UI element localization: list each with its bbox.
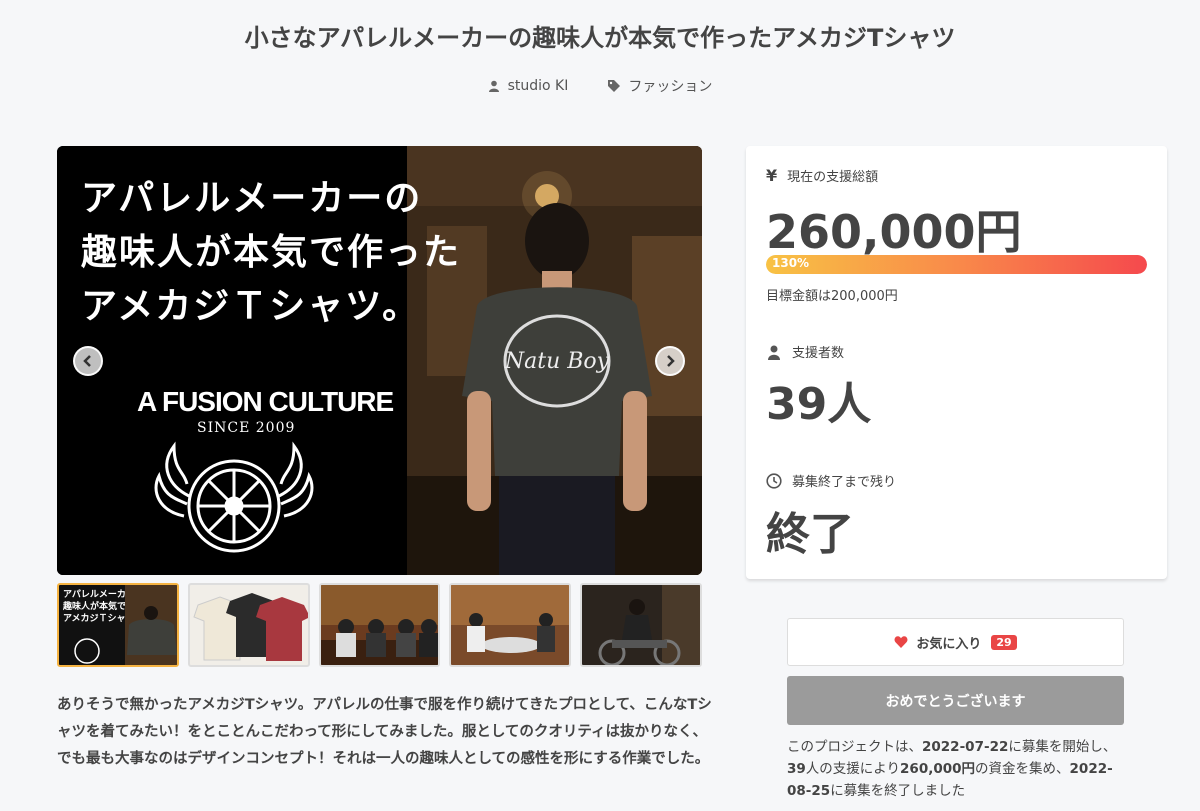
thumbnail-3-art bbox=[320, 585, 439, 665]
thumbnail-1-art bbox=[74, 585, 177, 665]
congratulations-button[interactable]: おめでとうございます bbox=[787, 676, 1124, 725]
user-icon bbox=[488, 80, 499, 92]
remaining-value: 終了 bbox=[766, 509, 854, 560]
thumbnail-4-art bbox=[451, 585, 570, 653]
tag-icon bbox=[608, 80, 621, 92]
author-link[interactable]: studio KI bbox=[488, 76, 569, 96]
category-link[interactable]: ファッション bbox=[608, 76, 712, 96]
favorite-count-badge: 29 bbox=[991, 634, 1017, 650]
project-summary: このプロジェクトは、2022-07-22に募集を開始し、 39人の支援により260… bbox=[787, 736, 1132, 802]
summary-amount: 260,000円 bbox=[900, 761, 976, 777]
summary-text-3: 人の支援により bbox=[805, 761, 901, 777]
favorite-button[interactable]: お気に入り 29 bbox=[787, 618, 1124, 666]
summary-backers: 39 bbox=[787, 761, 806, 777]
author-name: studio KI bbox=[507, 78, 569, 94]
model-wearing-tshirt: Natu Boy bbox=[462, 203, 652, 575]
page-title: 小さなアパレルメーカーの趣味人が本気で作ったアメカジTシャツ bbox=[244, 24, 956, 52]
prev-slide-button[interactable] bbox=[73, 346, 103, 376]
amount-value: 260,000円 bbox=[766, 205, 1022, 259]
flaming-wheel-logo bbox=[154, 441, 314, 553]
category-name: ファッション bbox=[628, 79, 713, 95]
shirt-print-text: Natu Boy bbox=[504, 349, 610, 374]
favorite-label: お気に入り bbox=[916, 636, 982, 652]
project-meta: studio KI ファッション bbox=[0, 76, 1200, 96]
thumbnail-4[interactable] bbox=[449, 583, 572, 667]
chevron-right-icon bbox=[667, 355, 675, 367]
user-icon bbox=[768, 345, 780, 360]
summary-text-4: の資金を集め、 bbox=[975, 761, 1070, 777]
remaining-label-text: 募集終了まで残り bbox=[792, 475, 897, 490]
amount-label-text: 現在の支援総額 bbox=[787, 170, 879, 185]
brand-logo-text: A FUSION CULTURE bbox=[137, 386, 394, 417]
project-description: ありそうで無かったアメカジTシャツ。アパレルの仕事で服を作り続けてきたプロとして… bbox=[57, 697, 712, 767]
thumbnail-2-art bbox=[193, 593, 308, 661]
funding-progress-bar: 130% bbox=[766, 255, 1147, 274]
thumbnail-5[interactable] bbox=[580, 583, 702, 667]
funding-stats-panel: ¥ 現在の支援総額 260,000円 130% 目標金額は200,000円 支援… bbox=[746, 146, 1167, 579]
backers-label-text: 支援者数 bbox=[792, 346, 845, 361]
progress-fill bbox=[766, 255, 1147, 274]
summary-text-5: に募集を終了しました bbox=[830, 783, 966, 799]
main-image-slider[interactable]: アパレルメーカーの 趣味人が本気で作った アメカジＴシャツ。 A FUSION … bbox=[57, 146, 702, 575]
thumbnail-3[interactable] bbox=[318, 583, 441, 667]
backers-value: 39人 bbox=[766, 379, 872, 430]
clock-icon bbox=[766, 472, 782, 489]
next-slide-button[interactable] bbox=[655, 346, 685, 376]
brand-since-text: SINCE 2009 bbox=[197, 420, 296, 436]
backers-label: 支援者数 bbox=[766, 342, 844, 361]
heart-icon bbox=[894, 636, 908, 648]
amount-label: ¥ 現在の支援総額 bbox=[766, 166, 878, 185]
chevron-left-icon bbox=[83, 355, 91, 367]
thumbnail-strip: アパレルメーカーの 趣味人が本気で作った アメカジＴシャツ。 bbox=[57, 583, 702, 667]
remaining-label: 募集終了まで残り bbox=[766, 471, 896, 490]
goal-amount: 目標金額は200,000円 bbox=[766, 289, 898, 304]
thumbnail-1[interactable]: アパレルメーカーの 趣味人が本気で作った アメカジＴシャツ。 bbox=[57, 583, 179, 667]
yen-icon: ¥ bbox=[766, 166, 778, 185]
progress-percent: 130% bbox=[772, 256, 810, 270]
thumbnail-5-art bbox=[598, 585, 700, 665]
thumbnail-2[interactable] bbox=[187, 583, 310, 667]
summary-start-date: 2022-07-22 bbox=[922, 739, 1009, 755]
summary-text-1: このプロジェクトは、 bbox=[787, 739, 922, 755]
summary-text-2: に募集を開始し、 bbox=[1008, 739, 1117, 755]
